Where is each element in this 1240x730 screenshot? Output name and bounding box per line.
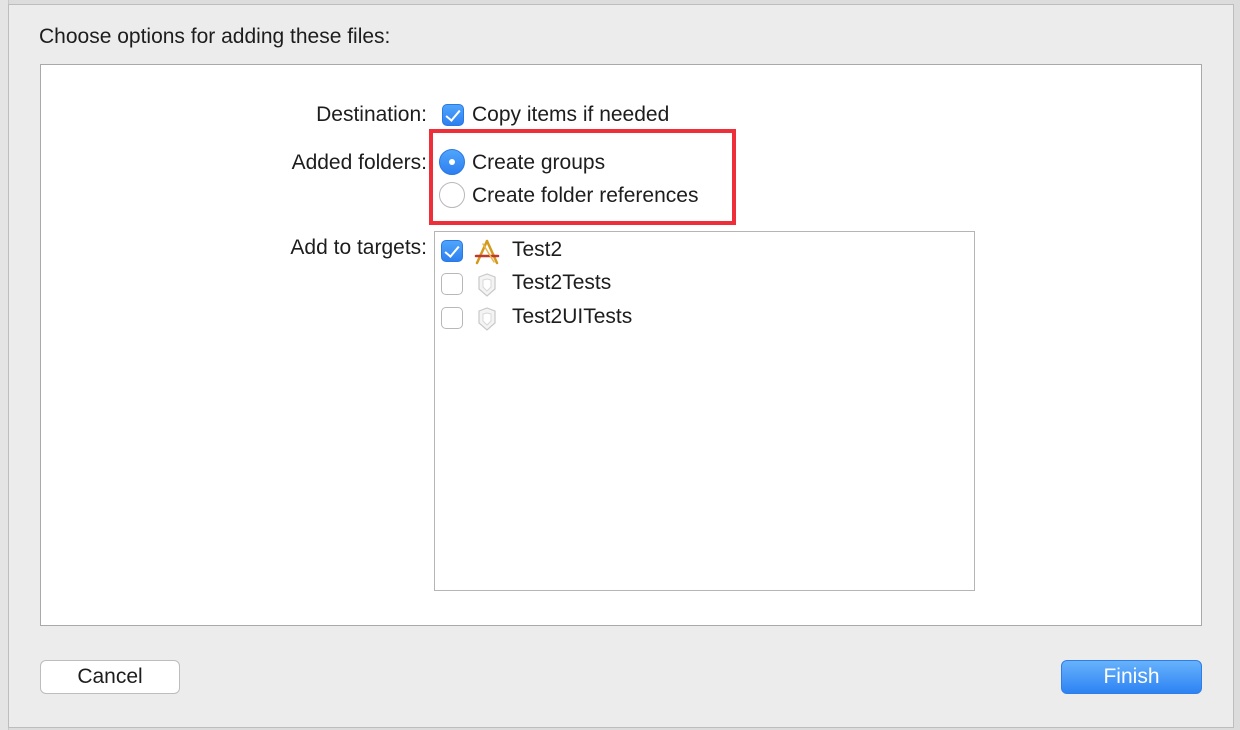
add-to-targets-label: Add to targets: — [290, 236, 427, 259]
targets-list[interactable]: Test2 Test2Tests Test2UITests — [434, 231, 975, 591]
add-files-dialog: Choose options for adding these files: D… — [8, 4, 1234, 728]
copy-items-checkbox[interactable] — [442, 104, 464, 126]
target-row-test2tests[interactable]: Test2Tests — [435, 269, 974, 299]
target-checkbox-test2[interactable] — [441, 240, 463, 262]
target-checkbox-test2tests[interactable] — [441, 273, 463, 295]
target-name: Test2Tests — [512, 271, 612, 294]
checkmark-icon — [445, 106, 461, 122]
target-checkbox-test2uitests[interactable] — [441, 307, 463, 329]
test-bundle-icon — [478, 273, 496, 297]
target-row-test2[interactable]: Test2 — [435, 236, 974, 266]
cancel-button[interactable]: Cancel — [40, 660, 180, 694]
added-folders-label: Added folders: — [291, 151, 427, 174]
finish-button[interactable]: Finish — [1061, 660, 1202, 694]
target-name: Test2 — [512, 238, 563, 261]
copy-items-label[interactable]: Copy items if needed — [472, 103, 669, 127]
destination-label: Destination: — [316, 103, 427, 126]
app-target-icon — [474, 239, 500, 265]
checkmark-icon — [444, 242, 460, 258]
target-row-test2uitests[interactable]: Test2UITests — [435, 303, 974, 333]
dialog-title: Choose options for adding these files: — [39, 25, 391, 48]
test-bundle-icon — [478, 307, 496, 331]
highlight-annotation-box — [429, 129, 736, 225]
target-name: Test2UITests — [512, 305, 633, 328]
